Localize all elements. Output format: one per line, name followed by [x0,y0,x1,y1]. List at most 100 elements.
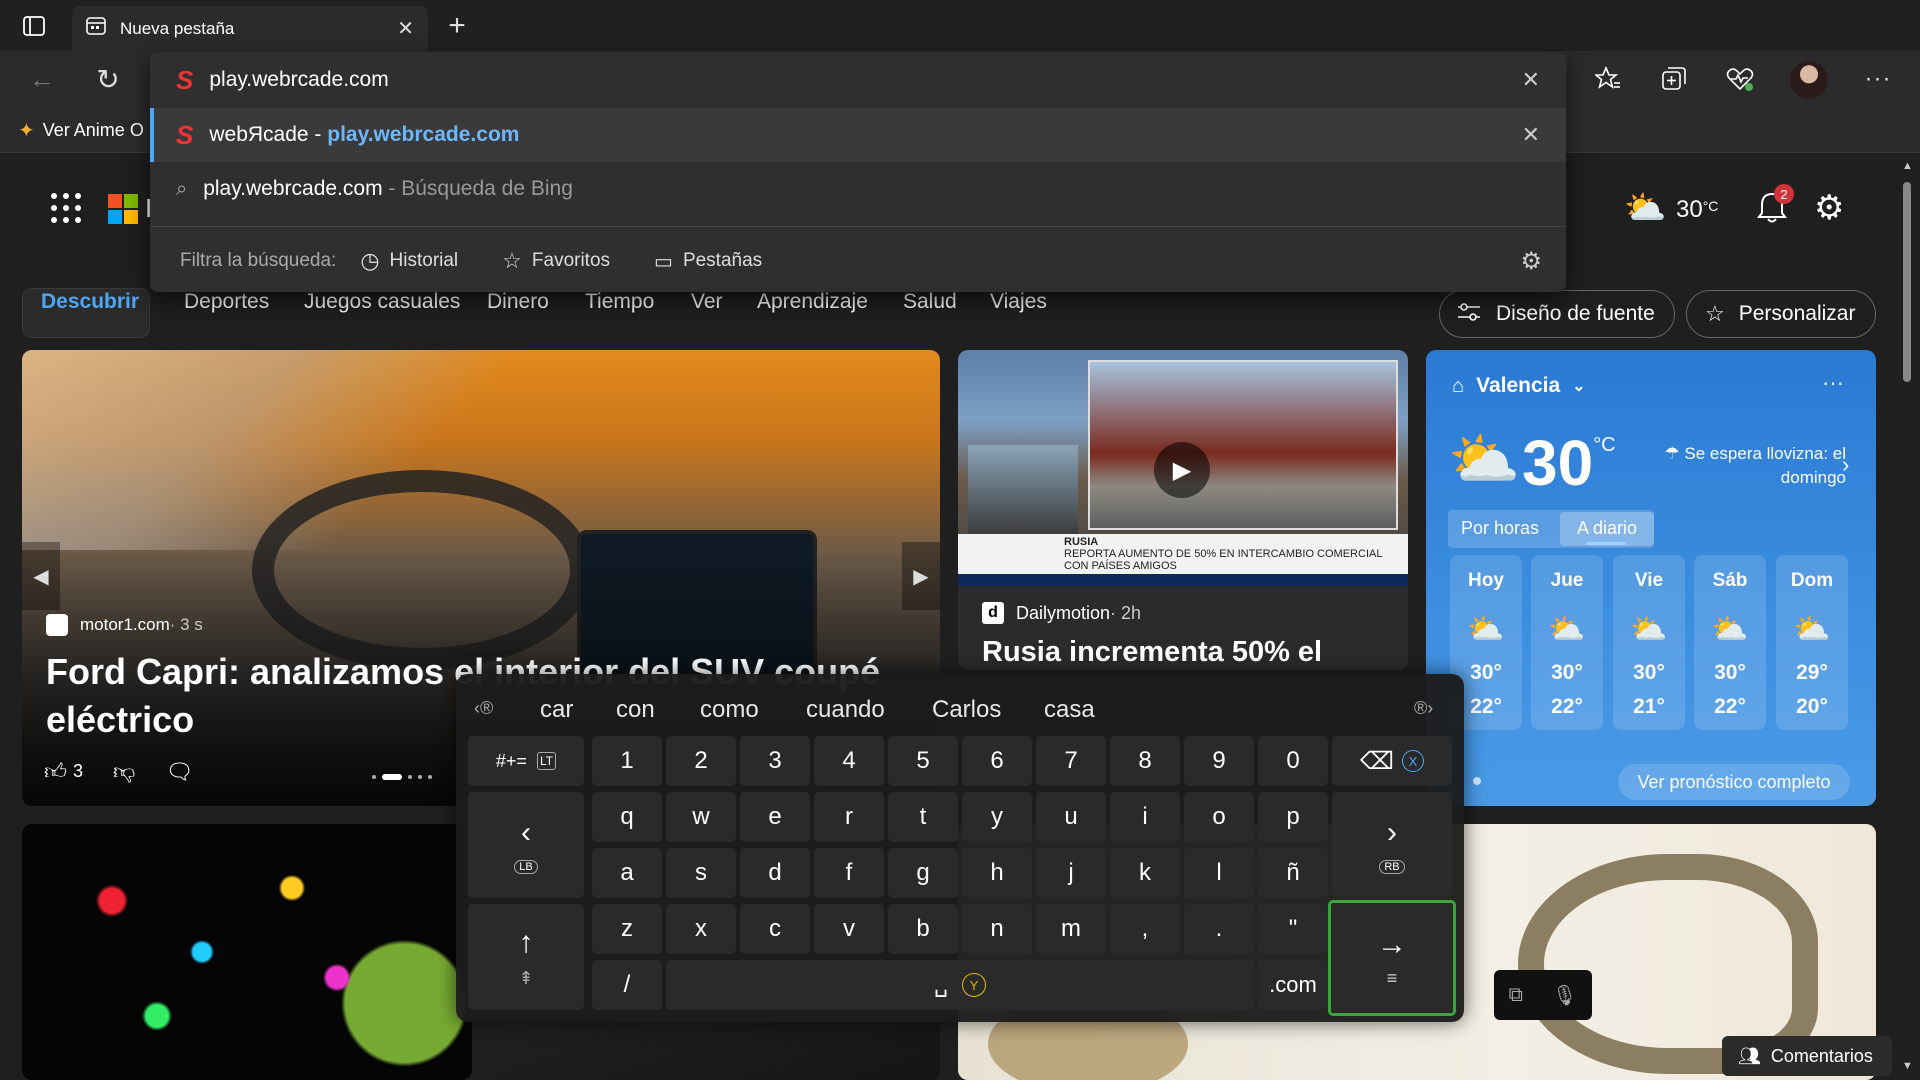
tab-deportes[interactable]: Deportes [184,290,269,314]
font-design-button[interactable]: Diseño de fuente [1439,290,1675,338]
key[interactable]: a [592,848,662,898]
key[interactable]: f [814,848,884,898]
key[interactable]: 0 [1258,736,1328,786]
browser-essentials-icon[interactable] [1724,63,1756,95]
weather-day[interactable]: Jue ⛅ 30° 22° [1531,555,1603,730]
backspace-key[interactable]: ⌫ X [1332,736,1452,786]
key[interactable]: r [814,792,884,842]
key[interactable]: 1 [592,736,662,786]
key[interactable]: j [1036,848,1106,898]
key[interactable]: i [1110,792,1180,842]
word-suggestion[interactable]: cuando [806,696,885,724]
chevron-right-icon[interactable]: › [1842,452,1849,478]
key[interactable]: x [666,904,736,954]
carousel-prev-icon[interactable]: ◀ [22,542,60,610]
key[interactable]: 4 [814,736,884,786]
tab-salud[interactable]: Salud [903,290,957,314]
filter-history[interactable]: Historial [390,250,459,272]
key[interactable]: k [1110,848,1180,898]
close-tab-icon[interactable]: ✕ [397,16,414,41]
filter-favorites[interactable]: Favoritos [532,250,610,272]
personalize-button[interactable]: ☆ Personalizar [1686,290,1876,338]
mic-muted-icon[interactable]: 🎙︎ [1552,983,1577,1008]
filter-tabs[interactable]: Pestañas [683,250,762,272]
weather-day[interactable]: Vie ⛅ 30° 21° [1613,555,1685,730]
dotcom-key[interactable]: .com [1258,960,1328,1010]
key[interactable]: b [888,904,958,954]
dislike-icon[interactable]: 👎︎ [113,758,135,785]
collections-icon[interactable] [1658,63,1690,95]
key[interactable]: p [1258,792,1328,842]
app-launcher-icon[interactable] [50,192,82,229]
settings-gear-icon[interactable]: ⚙ [1814,188,1844,228]
key[interactable]: h [962,848,1032,898]
key[interactable]: . [1184,904,1254,954]
key[interactable]: w [666,792,736,842]
key[interactable]: ñ [1258,848,1328,898]
history-icon[interactable]: ◷ [360,248,379,274]
cursor-right-key[interactable]: › RB [1332,792,1452,898]
word-suggestion[interactable]: con [616,696,655,724]
key[interactable]: g [888,848,958,898]
key[interactable]: e [740,792,810,842]
chromosome-card[interactable] [22,824,472,1080]
slash-key[interactable]: / [592,960,662,1010]
key[interactable]: u [1036,792,1106,842]
key[interactable]: " [1258,904,1328,954]
copy-icon[interactable]: ⧉ [1509,984,1523,1007]
tab-new-tab[interactable]: Nueva pestaña ✕ [72,6,428,51]
enter-key[interactable]: → ≡ [1328,900,1456,1016]
key[interactable]: o [1184,792,1254,842]
key[interactable]: d [740,848,810,898]
comment-icon[interactable]: 🗨︎ [165,759,193,785]
word-suggestion[interactable]: Carlos [932,696,1001,724]
symbols-key[interactable]: #+= LT [468,736,584,786]
header-weather[interactable]: 30 °C [1676,196,1718,224]
tabs-icon[interactable]: ▭ [654,249,673,274]
key[interactable]: n [962,904,1032,954]
weather-more-icon[interactable]: ··· [1822,370,1844,396]
favorites-star-icon[interactable]: ☆ [502,248,522,274]
scrollbar[interactable]: ▲ ▼ [1900,160,1914,1080]
word-suggestion[interactable]: como [700,696,759,724]
favorites-icon[interactable] [1592,63,1624,95]
tab-hourly[interactable]: Por horas [1450,518,1550,539]
weather-location[interactable]: ⌂ Valencia ⌄ [1452,374,1586,398]
key[interactable]: , [1110,904,1180,954]
favorite-item[interactable]: ✦ Ver Anime O [18,118,144,143]
key[interactable]: s [666,848,736,898]
like-icon[interactable]: 👍︎ [44,758,67,785]
tab-dinero[interactable]: Dinero [487,290,549,314]
notifications-icon[interactable]: 2 [1756,184,1794,229]
tab-aprendizaje[interactable]: Aprendizaje [757,290,868,314]
clear-address-icon[interactable]: ✕ [1522,67,1540,93]
tab-juegos-casuales[interactable]: Juegos casuales [304,290,460,314]
key[interactable]: m [1036,904,1106,954]
key[interactable]: 7 [1036,736,1106,786]
key[interactable]: q [592,792,662,842]
word-suggestion[interactable]: casa [1044,696,1095,724]
tab-viajes[interactable]: Viajes [990,290,1047,314]
key[interactable]: y [962,792,1032,842]
weather-forecast-note[interactable]: ☂ Se espera llovizna: el domingo [1646,442,1846,490]
tab-ver[interactable]: Ver [691,290,723,314]
full-forecast-button[interactable]: Ver pronóstico completo [1618,764,1850,800]
new-tab-button[interactable]: + [440,9,474,42]
space-key[interactable]: ␣ Y [666,960,1254,1010]
video-title[interactable]: Rusia incrementa 50% el [982,636,1322,669]
key[interactable]: 9 [1184,736,1254,786]
tab-actions-icon[interactable] [20,12,48,40]
tab-tiempo[interactable]: Tiempo [585,290,654,314]
shift-key[interactable]: ↑ ⇞ [468,904,584,1010]
key[interactable]: t [888,792,958,842]
remove-suggestion-icon[interactable]: ✕ [1522,122,1540,148]
microsoft-logo[interactable] [108,194,138,229]
word-suggestion[interactable]: car [540,696,573,724]
more-options-icon[interactable]: ··· [1862,63,1894,95]
profile-avatar[interactable] [1790,61,1828,99]
key[interactable]: 6 [962,736,1032,786]
suggestion-search[interactable]: ⌕ play.webrcade.com - Búsqueda de Bing [150,162,1566,216]
weather-day[interactable]: Sáb ⛅ 30° 22° [1694,555,1766,730]
address-input[interactable] [209,68,1310,92]
weather-day[interactable]: Dom ⛅ 29° 20° [1776,555,1848,730]
